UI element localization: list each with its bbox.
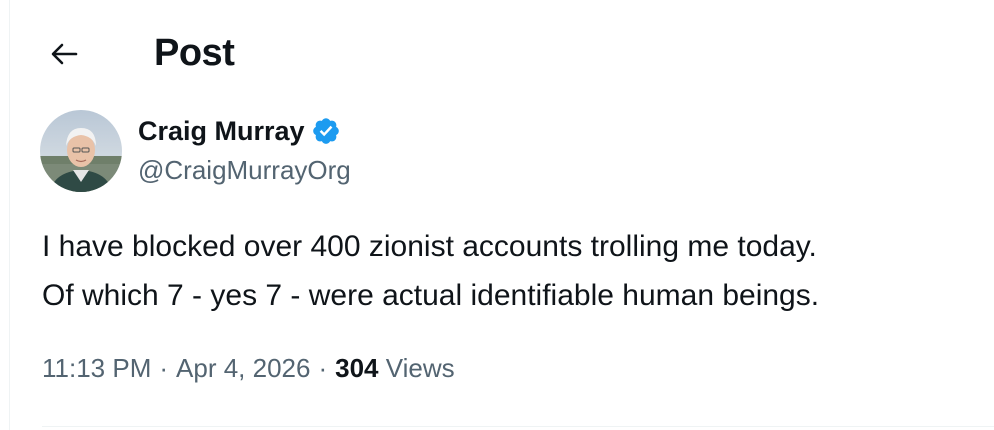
timestamp-date[interactable]: Apr 4, 2026 <box>176 353 310 383</box>
tweet-text: I have blocked over 400 zionist accounts… <box>42 222 982 320</box>
meta-separator: · <box>318 353 328 383</box>
page-title: Post <box>154 32 235 74</box>
verified-badge-icon[interactable] <box>311 116 341 146</box>
views-label: Views <box>385 353 455 383</box>
profile-photo <box>40 110 122 192</box>
meta-separator: · <box>159 353 169 383</box>
timestamp-time[interactable]: 11:13 PM <box>42 353 151 383</box>
author-name-row: Craig Murray <box>138 112 341 150</box>
tweet-text-line: Of which 7 - yes 7 - were actual identif… <box>42 279 820 312</box>
author-handle[interactable]: @CraigMurrayOrg <box>138 155 351 186</box>
display-name[interactable]: Craig Murray <box>138 116 305 147</box>
views-count: 304 <box>335 353 379 383</box>
tweet-text-line: I have blocked over 400 zionist accounts… <box>42 230 817 263</box>
divider <box>42 426 994 427</box>
post-header: Post <box>0 0 994 100</box>
arrow-left-icon <box>51 43 78 65</box>
back-button[interactable] <box>44 36 84 72</box>
tweet-meta: 11:13 PM · Apr 4, 2026 · 304 Views <box>42 350 455 386</box>
avatar[interactable] <box>40 110 122 192</box>
